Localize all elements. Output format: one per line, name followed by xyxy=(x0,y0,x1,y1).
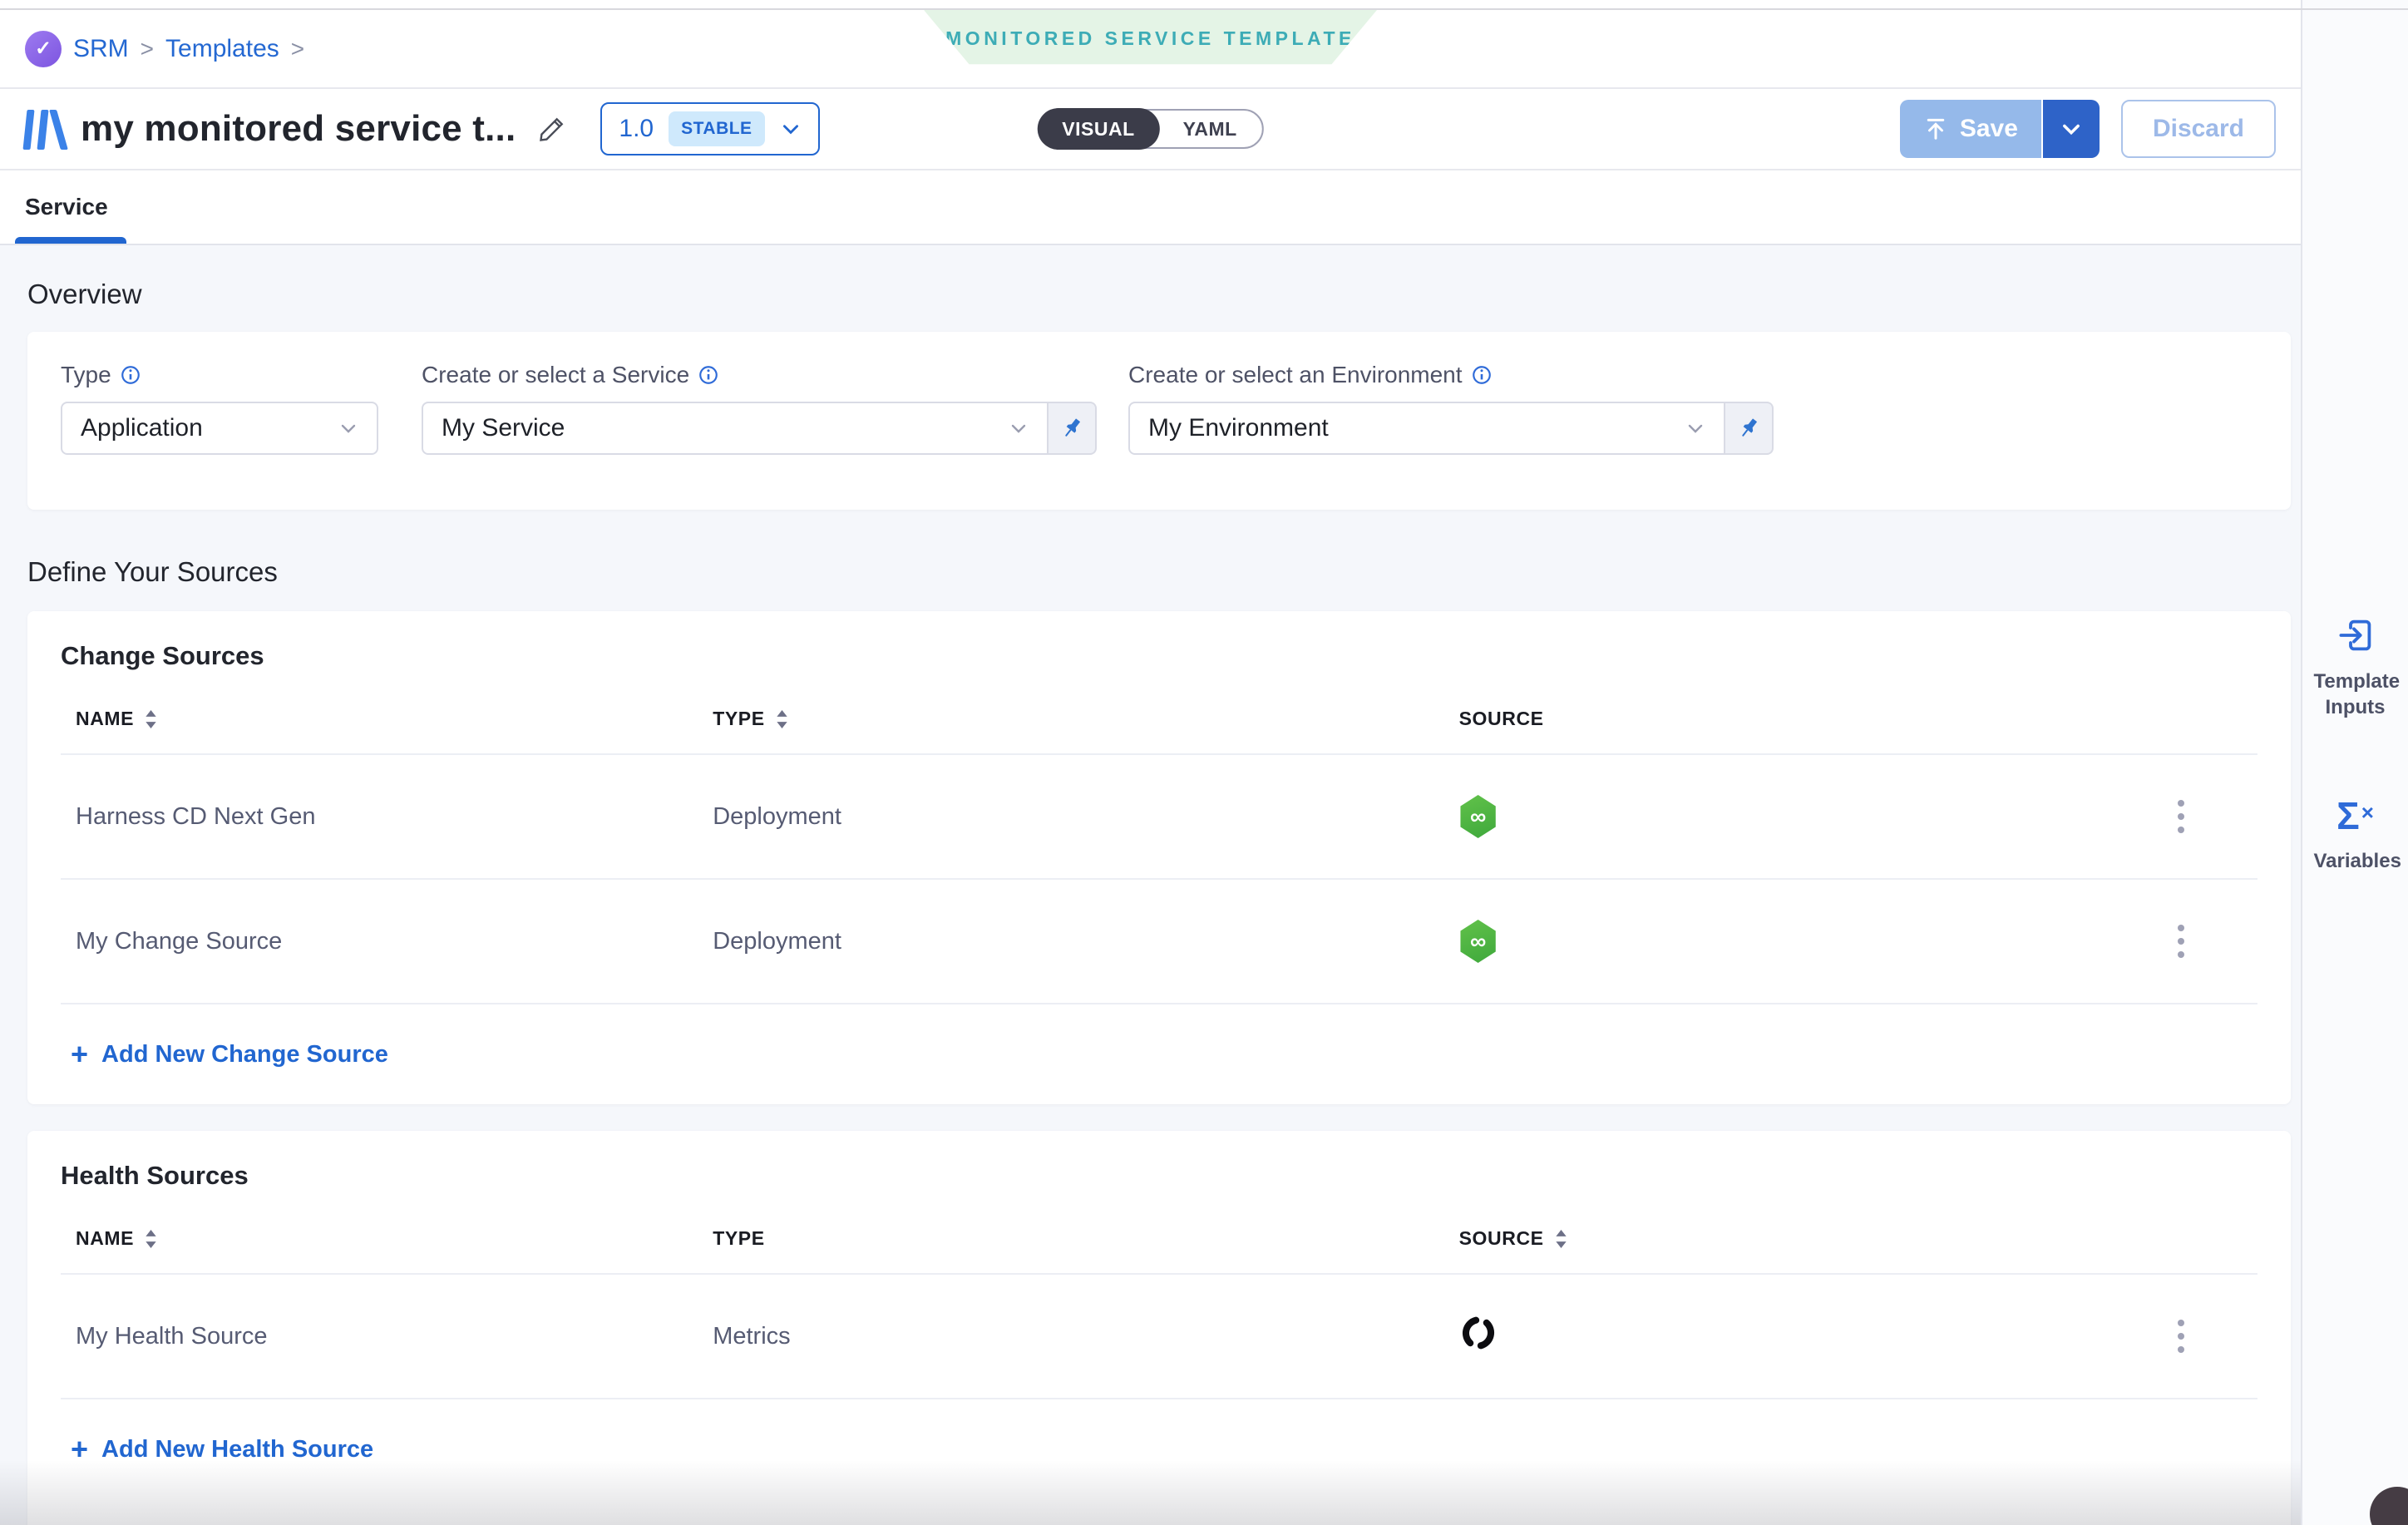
add-new-health-source-button[interactable]: + Add New Health Source xyxy=(61,1398,2258,1499)
version-number: 1.0 xyxy=(619,115,654,143)
row-options-kebab-icon[interactable] xyxy=(2169,1311,2193,1361)
header-actions: Save Discard xyxy=(1900,100,2276,158)
window-top-divider xyxy=(0,8,2408,10)
type-select[interactable]: Application xyxy=(61,402,378,455)
variables-button[interactable]: Σ× Variables xyxy=(2302,797,2408,874)
template-inputs-button[interactable]: Template Inputs xyxy=(2302,615,2408,720)
tab-bar: Service xyxy=(0,170,2301,245)
visual-yaml-toggle: VISUAL YAML xyxy=(1037,109,1263,149)
edit-title-pencil-icon[interactable] xyxy=(537,114,567,144)
info-icon xyxy=(698,364,719,386)
overview-heading: Overview xyxy=(27,279,2291,310)
change-sources-card: Change Sources NAME TYPE SOURCE xyxy=(27,611,2291,1104)
variables-label: Variables xyxy=(2314,848,2397,874)
monitored-service-template-badge: MONITORED SERVICE TEMPLATE xyxy=(924,10,1377,67)
define-sources-heading: Define Your Sources xyxy=(27,556,2291,588)
title-bar: my monitored service t... 1.0 STABLE VIS… xyxy=(0,89,2301,170)
toggle-yaml[interactable]: YAML xyxy=(1158,109,1262,149)
plus-icon: + xyxy=(71,1039,88,1069)
column-header-type[interactable]: TYPE xyxy=(713,708,1458,730)
right-rail: Template Inputs Σ× Variables xyxy=(2301,0,2408,1525)
assistant-floating-button[interactable] xyxy=(2370,1487,2408,1525)
column-header-name[interactable]: NAME xyxy=(76,708,713,730)
sort-icon xyxy=(145,1230,157,1248)
pin-environment-button[interactable] xyxy=(1725,402,1774,455)
table-row[interactable]: My Change Source Deployment ∞ xyxy=(61,878,2258,1003)
info-icon xyxy=(120,364,141,386)
save-split-button: Save xyxy=(1900,100,2100,158)
breadcrumb-separator-icon: > xyxy=(291,36,304,62)
harness-cd-icon: ∞ xyxy=(1459,920,1498,963)
version-selector[interactable]: 1.0 STABLE xyxy=(600,102,819,155)
pin-service-button[interactable] xyxy=(1049,402,1097,455)
pin-icon xyxy=(1735,415,1762,442)
sort-icon xyxy=(1555,1230,1567,1248)
harness-cd-icon: ∞ xyxy=(1459,795,1498,838)
upload-icon xyxy=(1923,116,1948,141)
save-options-caret[interactable] xyxy=(2041,100,2100,158)
chevron-down-icon xyxy=(338,418,358,438)
environment-label: Create or select an Environment xyxy=(1128,362,1463,388)
row-options-kebab-icon[interactable] xyxy=(2169,916,2193,966)
overview-card: Type Application Create or select a Serv… xyxy=(27,332,2291,510)
change-source-type: Deployment xyxy=(713,928,1458,955)
tab-service[interactable]: Service xyxy=(25,170,108,244)
breadcrumb-separator-icon: > xyxy=(141,36,154,62)
health-source-name: My Health Source xyxy=(76,1323,713,1350)
table-row[interactable]: My Health Source Metrics xyxy=(61,1273,2258,1398)
change-source-name: Harness CD Next Gen xyxy=(76,803,713,831)
column-header-source: SOURCE xyxy=(1459,708,2105,730)
srm-module-icon: ✓ xyxy=(25,31,62,67)
column-header-name[interactable]: NAME xyxy=(76,1227,713,1250)
type-field-group: Type Application xyxy=(61,362,378,480)
change-sources-heading: Change Sources xyxy=(61,641,2258,671)
toggle-visual[interactable]: VISUAL xyxy=(1037,108,1159,150)
change-sources-table-header: NAME TYPE SOURCE xyxy=(61,708,2258,753)
breadcrumb-link-srm[interactable]: SRM xyxy=(73,35,129,63)
column-header-type: TYPE xyxy=(713,1227,1458,1250)
breadcrumb-bar: ✓ SRM > Templates > MONITORED SERVICE TE… xyxy=(0,10,2301,89)
change-source-name: My Change Source xyxy=(76,928,713,955)
save-button[interactable]: Save xyxy=(1900,100,2041,158)
health-source-type: Metrics xyxy=(713,1323,1458,1350)
sort-icon xyxy=(776,710,788,728)
variables-sigma-icon: Σ× xyxy=(2336,797,2374,835)
content-area: Overview Type Application xyxy=(0,245,2301,1525)
sort-icon xyxy=(145,710,157,728)
environment-select[interactable]: My Environment xyxy=(1128,402,1725,455)
template-icon xyxy=(25,108,62,150)
column-header-source[interactable]: SOURCE xyxy=(1459,1227,2105,1250)
service-select[interactable]: My Service xyxy=(422,402,1049,455)
health-sources-heading: Health Sources xyxy=(61,1161,2258,1191)
info-icon xyxy=(1471,364,1493,386)
health-sources-table-header: NAME TYPE SOURCE xyxy=(61,1227,2258,1273)
version-status-badge: STABLE xyxy=(669,111,764,146)
chevron-down-icon xyxy=(1009,418,1029,438)
monitored-service-template-page: ✓ SRM > Templates > MONITORED SERVICE TE… xyxy=(0,0,2408,1525)
main-column: ✓ SRM > Templates > MONITORED SERVICE TE… xyxy=(0,0,2301,1525)
template-inputs-label: Template Inputs xyxy=(2314,669,2397,720)
chevron-down-icon xyxy=(2060,117,2083,141)
type-label: Type xyxy=(61,362,111,388)
appdynamics-icon xyxy=(1459,1314,1498,1352)
breadcrumb: ✓ SRM > Templates > xyxy=(25,31,304,67)
add-new-change-source-button[interactable]: + Add New Change Source xyxy=(61,1003,2258,1104)
pin-icon xyxy=(1058,415,1085,442)
health-sources-card: Health Sources NAME TYPE SOURCE xyxy=(27,1131,2291,1525)
service-field-group: Create or select a Service My Service xyxy=(422,362,1097,480)
environment-field-group: Create or select an Environment My Envir… xyxy=(1128,362,1774,480)
active-tab-underline xyxy=(15,237,126,244)
breadcrumb-link-templates[interactable]: Templates xyxy=(165,35,279,63)
plus-icon: + xyxy=(71,1434,88,1464)
table-row[interactable]: Harness CD Next Gen Deployment ∞ xyxy=(61,753,2258,878)
discard-button[interactable]: Discard xyxy=(2121,100,2276,158)
chevron-down-icon xyxy=(1685,418,1705,438)
chevron-down-icon xyxy=(780,118,802,140)
page-title: my monitored service t... xyxy=(81,108,516,150)
row-options-kebab-icon[interactable] xyxy=(2169,792,2193,841)
change-source-type: Deployment xyxy=(713,803,1458,831)
service-label: Create or select a Service xyxy=(422,362,689,388)
template-inputs-icon xyxy=(2336,615,2376,655)
